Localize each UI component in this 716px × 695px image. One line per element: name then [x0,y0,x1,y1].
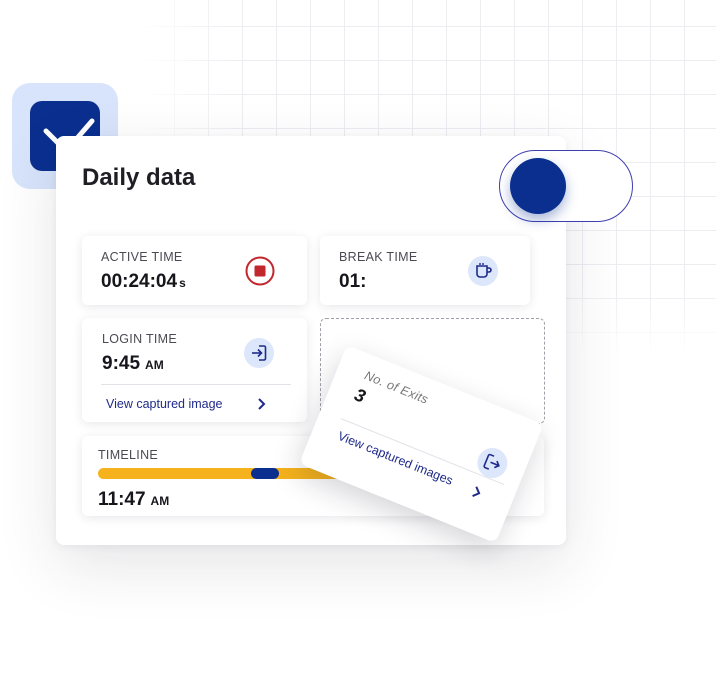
view-captured-images-link[interactable]: View captured images [336,429,455,488]
timeline-time: 11:47 AM [98,489,170,510]
login-time-label: LOGIN TIME [102,332,178,346]
divider [101,384,291,385]
exits-value: 3 [351,384,369,407]
card-title: Daily data [82,164,196,191]
timeline-label: TIMELINE [98,448,159,462]
break-time-label: BREAK TIME [339,250,418,264]
active-time-tile: ACTIVE TIME 00:24:04 s [82,236,307,305]
login-icon [252,345,267,361]
active-time-value: 00:24:04 s [101,271,186,292]
tracking-toggle[interactable] [499,150,633,222]
break-time-value: 01: [339,271,367,292]
break-button[interactable] [468,256,498,286]
view-captured-image-link[interactable]: View captured image [106,397,223,411]
stop-icon [245,256,275,286]
coffee-cup-icon [476,263,492,278]
exits-label: No. of Exits [362,368,431,407]
exit-button[interactable] [472,443,512,483]
login-button[interactable] [244,338,274,368]
chevron-right-icon[interactable] [469,484,485,501]
timeline-break-segment[interactable] [251,468,279,479]
login-time-tile: LOGIN TIME 9:45 AM View captured image [82,318,307,422]
chevron-right-icon[interactable] [256,397,268,411]
stop-button[interactable] [245,256,275,286]
break-time-tile: BREAK TIME 01: [320,236,530,305]
toggle-knob[interactable] [510,158,566,214]
logout-icon [483,453,500,470]
active-time-label: ACTIVE TIME [101,250,183,264]
login-time-value: 9:45 AM [102,353,164,374]
